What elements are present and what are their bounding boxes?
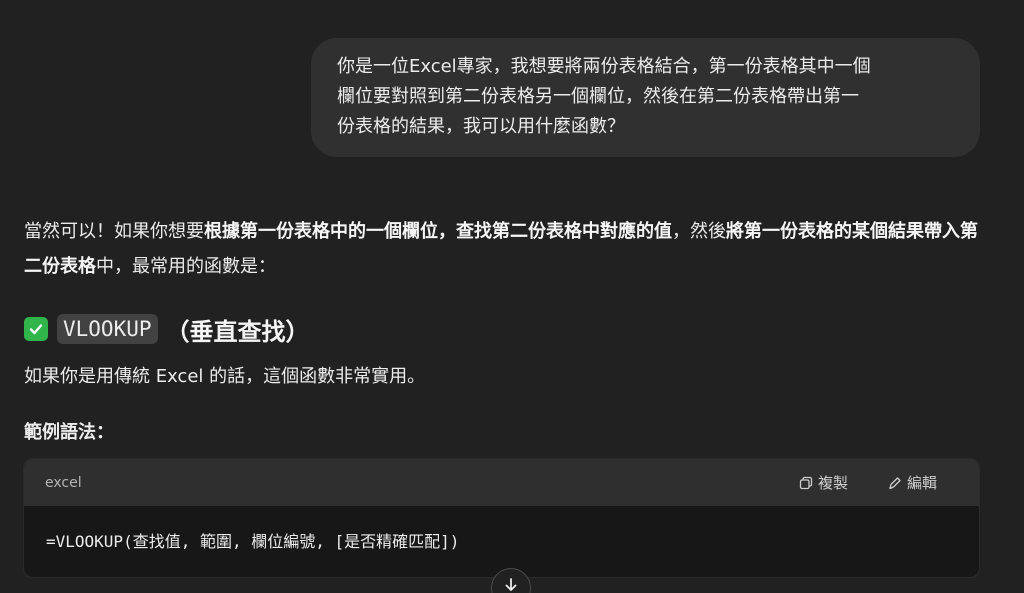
copy-label: 複製	[817, 474, 848, 492]
assistant-response: 當然可以！如果你想要根據第一份表格中的一個欄位，查找第二份表格中對應的值，然後將…	[24, 214, 984, 284]
response-paragraph: 當然可以！如果你想要根據第一份表格中的一個欄位，查找第二份表格中對應的值，然後將…	[24, 214, 984, 284]
code-language-label: excel	[45, 474, 82, 491]
edit-button[interactable]: 編輯	[888, 472, 937, 493]
check-mark-svg	[29, 324, 43, 335]
function-heading-text: （垂直查找）	[165, 317, 310, 346]
chat-page: 你是一位Excel專家，我想要將兩份表格結合，第一份表格其中一個 欄位要對照到第…	[0, 0, 1024, 593]
user-message-line: 欄位要對照到第二份表格另一個欄位，然後在第二份表格帶出第一	[337, 86, 859, 107]
response-text: 中，最常用的函數是：	[96, 256, 276, 277]
arrow-down-icon	[505, 578, 517, 591]
code-content: =VLOOKUP(查找值, 範圍, 欄位編號, [是否精確匹配])	[46, 532, 460, 551]
copy-button[interactable]: 複製	[799, 472, 848, 493]
function-name-chip: VLOOKUP	[57, 314, 158, 344]
syntax-label: 範例語法：	[24, 422, 114, 443]
pencil-icon	[889, 476, 901, 489]
response-text: 當然可以！如果你想要	[24, 221, 204, 242]
user-message-line: 你是一位Excel專家，我想要將兩份表格結合，第一份表格其中一個	[337, 56, 871, 77]
code-block: excel 複製 編輯 =VLOOKUP(查找值, 範圍, 欄位編號, [是否精…	[23, 458, 980, 578]
copy-icon	[799, 476, 813, 489]
edit-label: 編輯	[906, 474, 937, 492]
check-box-icon	[24, 317, 48, 341]
function-heading: VLOOKUP （垂直查找）	[24, 308, 310, 350]
function-intro: 如果你是用傳統 Excel 的話，這個函數非常實用。	[24, 366, 426, 387]
user-message-line: 份表格的結果，我可以用什麼函數？	[337, 116, 625, 137]
code-block-header: excel 複製 編輯	[24, 459, 979, 506]
response-bold-text: 根據第一份表格中的一個欄位，查找第二份表格中對應的值	[204, 221, 672, 242]
user-message-bubble: 你是一位Excel專家，我想要將兩份表格結合，第一份表格其中一個 欄位要對照到第…	[311, 38, 980, 157]
code-actions: 複製 編輯	[799, 472, 937, 493]
response-text: ，然後	[672, 221, 726, 242]
